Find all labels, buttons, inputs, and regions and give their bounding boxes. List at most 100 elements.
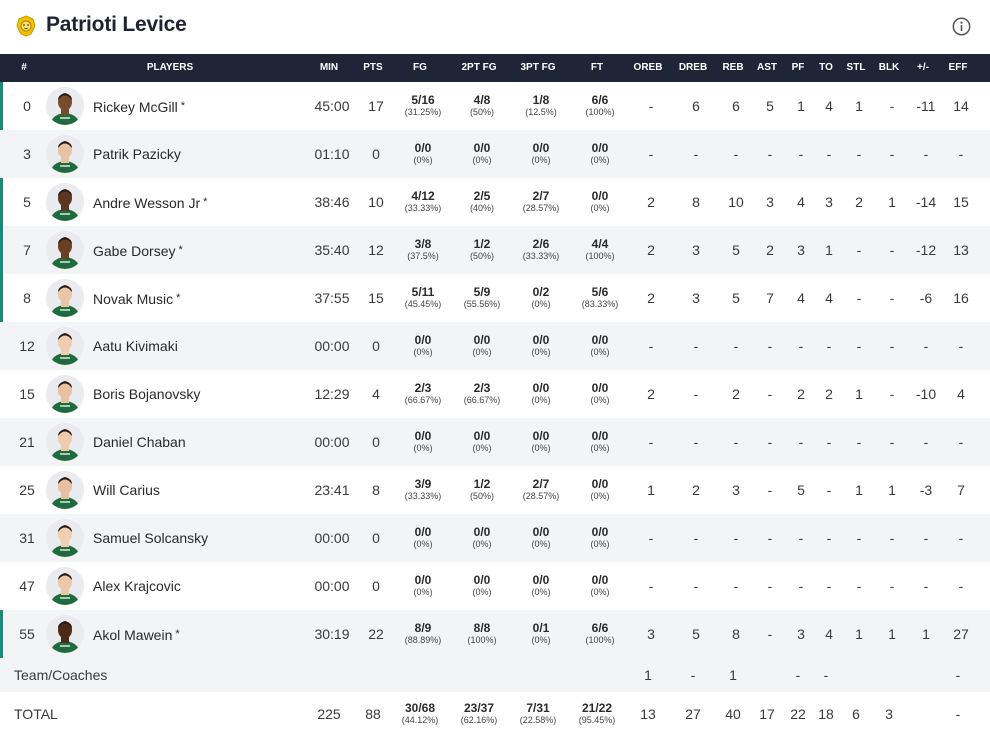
fg: 0/0 (0%) [394, 322, 452, 370]
jersey-number: 5 [23, 194, 31, 210]
ft: 0/0 (0%) [571, 130, 629, 178]
team-stat-pf: - [795, 667, 801, 683]
fg2-made: 0/0 [473, 573, 491, 587]
fg2: 0/0 (0%) [453, 562, 511, 610]
total-row: TOTAL 225 88 30/68 (44.12%) 23/37 (62.16%) 7/31… [0, 692, 990, 736]
points: 0 [372, 578, 380, 594]
team-stat-oreb: 1 [644, 667, 652, 683]
fg: 2/3 (66.67%) [394, 370, 452, 418]
player-name-link[interactable]: Alex Krajcovic [93, 562, 181, 610]
fg-made: 8/9 [414, 621, 432, 635]
stat-ast: - [767, 146, 773, 162]
fg2-pct: (40%) [469, 203, 494, 213]
fg2: 5/9 (55.56%) [453, 274, 511, 322]
stat-reb: - [733, 578, 739, 594]
ft-made: 0/0 [591, 573, 609, 587]
stat-oreb: - [648, 578, 654, 594]
fg-pct: (0%) [413, 539, 433, 549]
fg-made: 5/16 [411, 93, 435, 107]
stat-pf: - [798, 434, 804, 450]
player-avatar [46, 231, 84, 269]
player-name-link[interactable]: Samuel Solcansky [93, 514, 208, 562]
player-name-link[interactable]: Boris Bojanovsky [93, 370, 200, 418]
stat-to: - [826, 578, 832, 594]
stat-reb: - [733, 530, 739, 546]
minutes: 38:46 [314, 194, 350, 210]
fg3-pct: (0%) [531, 443, 551, 453]
player-name-link[interactable]: Andre Wesson Jr * [93, 178, 207, 226]
points: 12 [368, 242, 384, 258]
total-minutes: 225 [317, 706, 341, 722]
fg2-made: 5/9 [473, 285, 491, 299]
stat-reb: 10 [728, 194, 744, 210]
fg2-made: 0/0 [473, 525, 491, 539]
player-name-link[interactable]: Rickey McGill * [93, 82, 185, 130]
player-name-link[interactable]: Patrik Pazicky [93, 130, 181, 178]
fg: 5/11 (45.45%) [394, 274, 452, 322]
minutes: 00:00 [314, 434, 350, 450]
total-stat-dreb: 27 [685, 706, 701, 722]
points: 10 [368, 194, 384, 210]
jersey-number: 31 [19, 530, 35, 546]
stat-blk: - [889, 146, 895, 162]
stat-stl: - [856, 242, 862, 258]
stat-dreb: - [693, 530, 699, 546]
ft-pct: (0%) [590, 443, 610, 453]
team-stat-pm [906, 658, 940, 692]
stat-reb: - [733, 434, 739, 450]
stat-pf: 3 [797, 626, 805, 642]
stat-ast: - [767, 338, 773, 354]
table-row: 3 Patrik Pazicky 01:10 0 0/0 (0%) 0/0 (0%) 0/0 (0… [0, 130, 990, 178]
fg3-made: 2/7 [532, 189, 550, 203]
stat-reb: - [733, 146, 739, 162]
table-row: 0 Rickey McGill * 45:00 17 5/16 (31.25%) 4/8 (50… [0, 82, 990, 130]
player-name: Novak Music [93, 291, 174, 307]
stat-dreb: 8 [692, 194, 700, 210]
fg3: 0/1 (0%) [512, 610, 570, 658]
ft-made: 4/4 [591, 237, 609, 251]
player-name-link[interactable]: Aatu Kivimaki [93, 322, 178, 370]
fg3-pct: (0%) [531, 347, 551, 357]
points: 8 [372, 482, 380, 498]
fg2: 4/8 (50%) [453, 82, 511, 130]
column-header: STL [846, 62, 866, 73]
stat-dreb: 3 [692, 242, 700, 258]
stat-dreb: - [693, 338, 699, 354]
fg3-pct: (0%) [531, 299, 551, 309]
ft-made: 0/0 [591, 429, 609, 443]
player-name-link[interactable]: Gabe Dorsey * [93, 226, 183, 274]
stat-pf: 4 [797, 290, 805, 306]
fg3: 0/0 (0%) [512, 418, 570, 466]
fg3-made: 0/0 [532, 429, 550, 443]
stat-blk: 1 [888, 626, 896, 642]
player-avatar [46, 567, 84, 605]
player-avatar [46, 183, 84, 221]
jersey-number: 47 [19, 578, 35, 594]
player-name-link[interactable]: Will Carius [93, 466, 160, 514]
stat-eff: - [958, 338, 964, 354]
stat-dreb: 3 [692, 290, 700, 306]
stat-ast: - [767, 386, 773, 402]
stat-blk: - [889, 434, 895, 450]
fg2: 2/5 (40%) [453, 178, 511, 226]
stat-eff: - [958, 434, 964, 450]
fg3-pct: (0%) [531, 635, 551, 645]
fg3-made: 0/0 [532, 525, 550, 539]
total-fg2-pct: (62.16%) [460, 715, 498, 725]
stat-to: 4 [825, 98, 833, 114]
stat-to: - [826, 338, 832, 354]
lion-icon [16, 15, 36, 37]
minutes: 30:19 [314, 626, 350, 642]
stat-oreb: 2 [647, 194, 655, 210]
player-name: Will Carius [93, 482, 160, 498]
info-icon[interactable] [952, 17, 971, 36]
ft: 4/4 (100%) [571, 226, 629, 274]
total-fg3-made: 7/31 [526, 701, 550, 715]
minutes: 35:40 [314, 242, 350, 258]
player-name-link[interactable]: Akol Mawein * [93, 610, 180, 658]
player-name-link[interactable]: Novak Music * [93, 274, 180, 322]
points: 0 [372, 146, 380, 162]
stat-dreb: 2 [692, 482, 700, 498]
fg: 4/12 (33.33%) [394, 178, 452, 226]
player-name-link[interactable]: Daniel Chaban [93, 418, 186, 466]
